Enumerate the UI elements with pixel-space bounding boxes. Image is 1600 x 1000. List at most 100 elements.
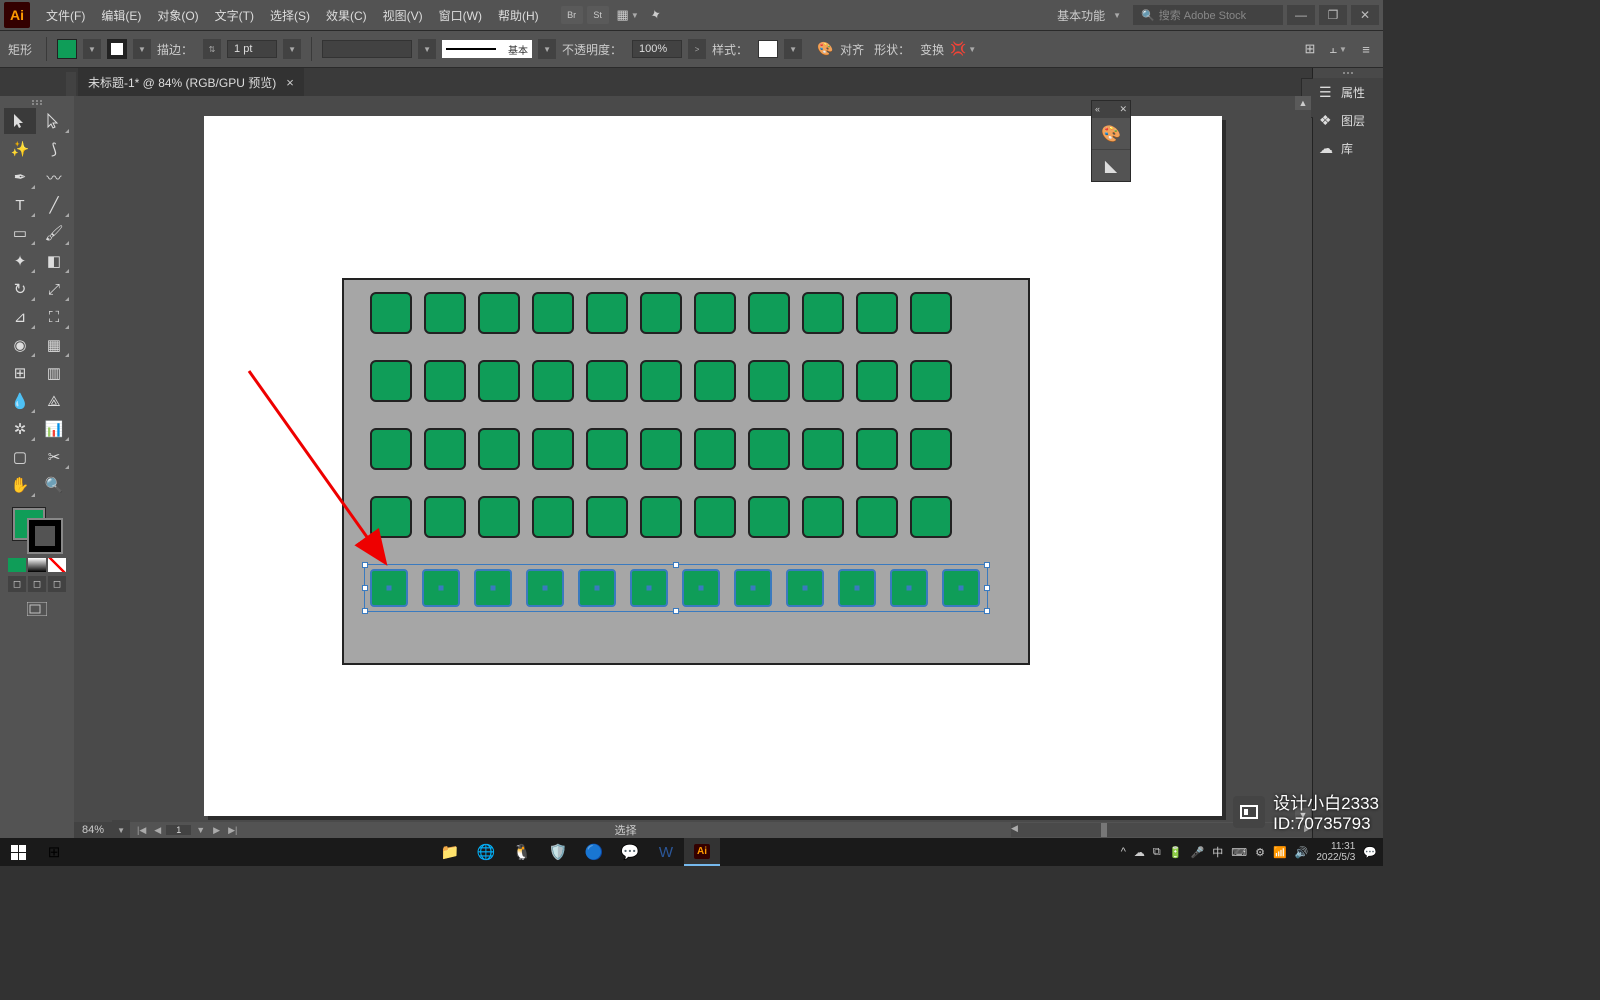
tray-expand-icon[interactable]: ^ [1121,846,1126,858]
green-square[interactable] [910,360,952,402]
nav-dd[interactable]: ▼ [193,825,208,835]
green-square[interactable] [910,496,952,538]
chrome-icon[interactable]: 🔵 [576,838,612,866]
prefs-icon[interactable]: ≡ [1357,40,1375,58]
green-square[interactable] [478,292,520,334]
green-square-selected[interactable] [682,569,720,607]
edge-browser-icon[interactable]: 🌐 [468,838,504,866]
swatches-panel-icon[interactable]: ◣ [1092,149,1130,181]
var-width-dd[interactable]: ▼ [418,39,436,59]
clock[interactable]: 11:31 2022/5/3 [1316,841,1355,863]
var-width-profile[interactable] [322,40,412,58]
stroke-weight-stepper[interactable]: ⇅ [203,39,221,59]
fill-dropdown[interactable]: ▼ [83,39,101,59]
width-tool[interactable]: ⊿ [4,304,36,330]
nav-last[interactable]: ▶| [225,825,240,836]
color-mode-solid[interactable] [8,558,26,572]
menu-help[interactable]: 帮助(H) [490,3,547,28]
pen-tool[interactable]: ✒ [4,164,36,190]
sel-handle-br[interactable] [984,608,990,614]
menu-view[interactable]: 视图(V) [375,3,431,28]
bluetooth-icon[interactable]: ⧉ [1153,846,1161,859]
sel-handle-ml[interactable] [362,585,368,591]
window-close[interactable]: ✕ [1351,5,1379,25]
paintbrush-tool[interactable]: 🖌 [38,220,70,246]
shape-btn-label[interactable]: 形状： [874,41,910,58]
menu-file[interactable]: 文件(F) [38,3,93,28]
nav-next[interactable]: ▶ [210,825,223,836]
bridge-button[interactable]: Br [561,6,583,24]
stock-button[interactable]: St [587,6,609,24]
menu-object[interactable]: 对象(O) [149,3,206,28]
slice-tool[interactable]: ✂ [38,444,70,470]
volume-icon[interactable]: 🔊 [1295,846,1309,859]
opacity-input[interactable]: 100% [632,40,682,58]
file-explorer-icon[interactable]: 📁 [432,838,468,866]
green-square-selected[interactable] [526,569,564,607]
green-square[interactable] [748,496,790,538]
green-square[interactable] [586,496,628,538]
settings-icon[interactable]: ⚙ [1255,846,1265,859]
document-tab[interactable]: 未标题-1* @ 84% (RGB/GPU 预览) × [78,68,304,96]
transform-link-icon[interactable]: 💢▼ [954,40,972,58]
green-square[interactable] [694,428,736,470]
menu-type[interactable]: 文字(T) [207,3,262,28]
scale-tool[interactable]: ⤢ [38,276,70,302]
green-square[interactable] [532,360,574,402]
zoom-dd[interactable]: ▼ [112,820,130,840]
color-mode-gradient[interactable] [28,558,46,572]
green-square-selected[interactable] [474,569,512,607]
green-square-selected[interactable] [422,569,460,607]
type-tool[interactable]: T [4,192,36,218]
green-square[interactable] [748,360,790,402]
symbol-sprayer-tool[interactable]: ✲ [4,416,36,442]
column-graph-tool[interactable]: 📊 [38,416,70,442]
eraser-tool[interactable]: ◧ [38,248,70,274]
direct-selection-tool[interactable] [38,108,70,134]
sel-handle-tc[interactable] [673,562,679,568]
sel-handle-tr[interactable] [984,562,990,568]
workspace-switcher[interactable]: 基本功能▼ [1049,5,1129,26]
curvature-tool[interactable]: 〰 [38,164,70,190]
window-maximize[interactable]: ❐ [1319,5,1347,25]
isolate-icon[interactable]: ⊞ [1301,40,1319,58]
green-square[interactable] [802,292,844,334]
collapse-icon[interactable]: « [1095,104,1100,114]
start-button[interactable] [0,838,36,866]
gpu-icon[interactable]: ✦ [644,3,667,26]
draw-inside[interactable]: ◻ [48,576,66,592]
sel-handle-mr[interactable] [984,585,990,591]
panel-grip[interactable] [1313,68,1383,78]
stroke-weight-dd[interactable]: ▼ [283,39,301,59]
scroll-thumb[interactable] [1101,823,1107,837]
green-square[interactable] [640,496,682,538]
green-square[interactable] [478,428,520,470]
mesh-tool[interactable]: ⊞ [4,360,36,386]
tab-close-button[interactable]: × [286,75,294,90]
keyboard-icon[interactable]: ⌨ [1231,846,1247,859]
sel-handle-bc[interactable] [673,608,679,614]
green-square[interactable] [370,428,412,470]
perspective-grid-tool[interactable]: ▦ [38,332,70,358]
green-square[interactable] [478,496,520,538]
nav-first[interactable]: |◀ [134,825,149,836]
recolor-icon[interactable]: 🎨 [816,40,834,58]
sel-handle-bl[interactable] [362,608,368,614]
libraries-panel-tab[interactable]: ☁库 [1313,134,1383,162]
hand-tool[interactable]: ✋ [4,472,36,498]
lasso-tool[interactable]: ⟆ [38,136,70,162]
illustrator-taskbar-icon[interactable]: Ai [684,838,720,866]
mail-icon[interactable]: 🐧 [504,838,540,866]
draw-normal[interactable]: ◻ [8,576,26,592]
canvas-area[interactable] [74,96,1383,838]
opacity-dd[interactable]: > [688,39,706,59]
green-square-selected[interactable] [630,569,668,607]
graphic-style-swatch[interactable] [758,40,778,58]
green-square[interactable] [910,428,952,470]
green-square-selected[interactable] [786,569,824,607]
green-square[interactable] [856,496,898,538]
window-minimize[interactable]: — [1287,5,1315,25]
green-square[interactable] [640,360,682,402]
menu-window[interactable]: 窗口(W) [431,3,490,28]
menu-effect[interactable]: 效果(C) [318,3,375,28]
